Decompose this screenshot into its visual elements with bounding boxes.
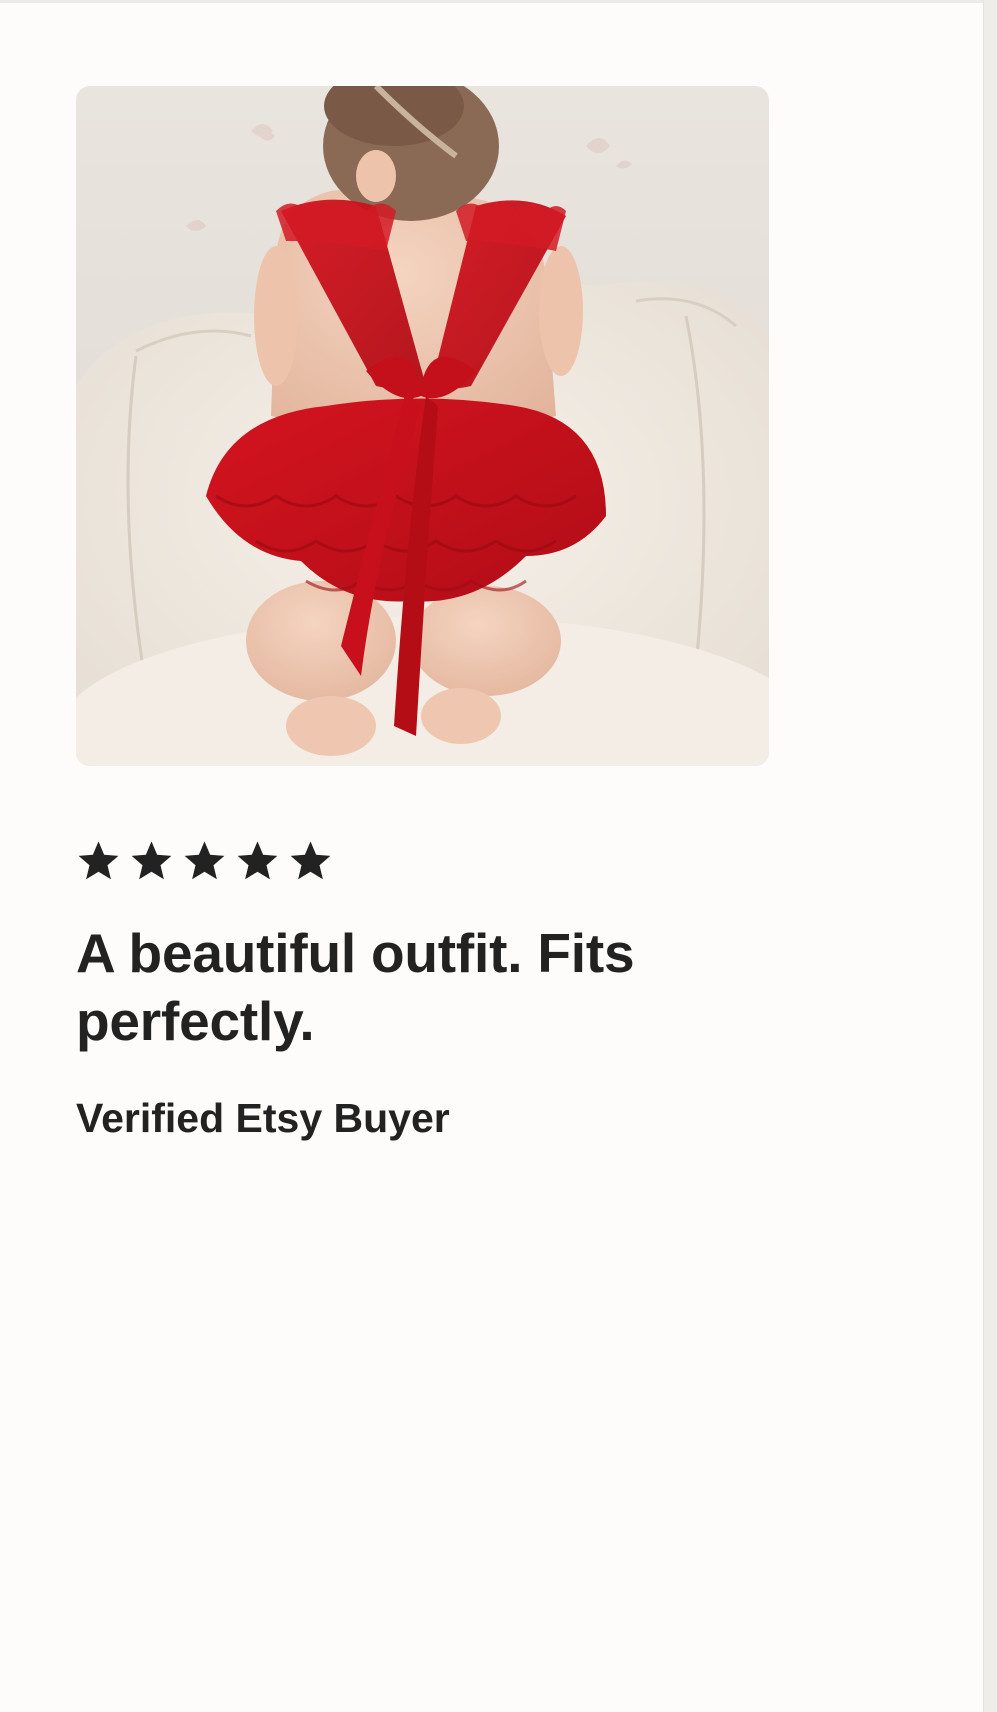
star-icon xyxy=(237,840,278,879)
reviewer-name: Verified Etsy Buyer xyxy=(76,1095,450,1141)
review-card: A beautiful outfit. Fits perfectly. Veri… xyxy=(76,86,769,1143)
review-photo[interactable] xyxy=(76,86,769,766)
top-divider xyxy=(0,0,984,3)
star-icon xyxy=(290,840,331,879)
review-headline: A beautiful outfit. Fits perfectly. xyxy=(76,922,635,1052)
star-rating xyxy=(76,836,769,884)
star-icon xyxy=(184,840,225,879)
scrollbar-track[interactable] xyxy=(983,0,997,1712)
star-icon xyxy=(78,840,119,879)
star-icon xyxy=(131,840,172,879)
